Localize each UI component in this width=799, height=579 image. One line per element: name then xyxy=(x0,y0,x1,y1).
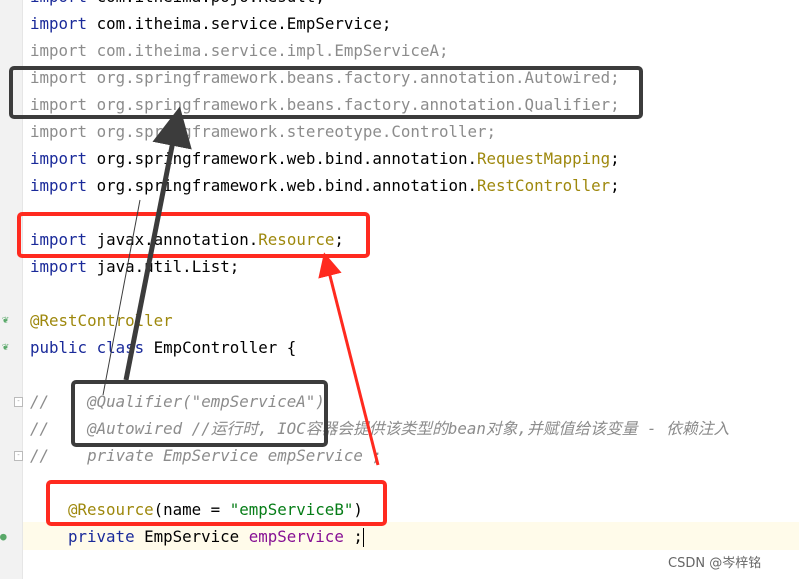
arrow-dark xyxy=(123,106,192,381)
highlight-box-resource-annotation xyxy=(46,480,387,526)
highlight-box-commented-autowired xyxy=(71,380,328,447)
arrow-red xyxy=(318,252,380,466)
highlight-box-autowired-qualifier-imports xyxy=(9,66,643,119)
highlight-box-resource-import xyxy=(17,212,370,258)
annotation-overlay xyxy=(9,66,643,526)
watermark: CSDN @岑梓铭 xyxy=(668,556,762,571)
arrow-dark-thin xyxy=(102,199,141,396)
